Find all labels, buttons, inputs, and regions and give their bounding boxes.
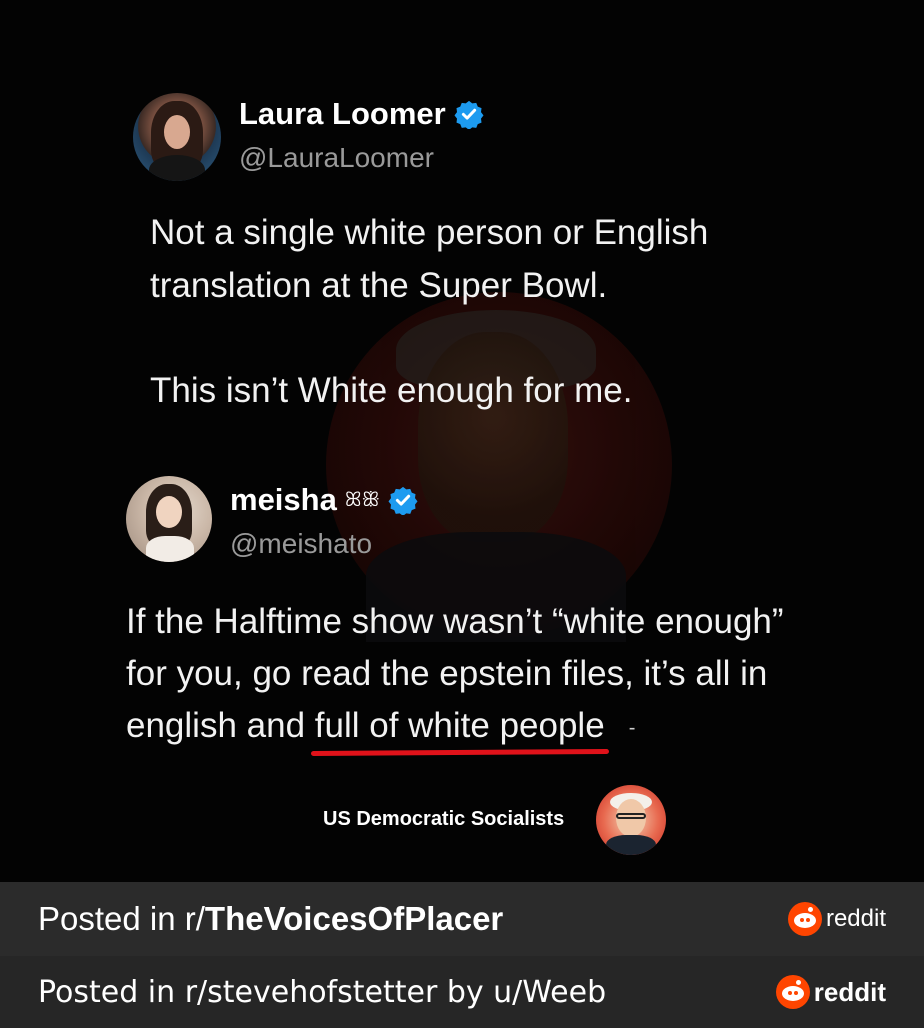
tweet1-text: Not a single white person or English tra… <box>150 206 708 312</box>
tweet2-line3-start: english and <box>126 706 315 745</box>
attribution-label: US Democratic Socialists <box>323 808 565 830</box>
tweet2-line: If the Halftime show wasn’t “white enoug… <box>126 602 784 641</box>
red-underline <box>310 748 609 757</box>
reddit-wordmark: reddit <box>813 976 886 1007</box>
posted-in-bar-2: Posted in r/stevehofstetter by u/Weeb re… <box>0 956 924 1028</box>
reddit-icon <box>775 975 810 1009</box>
posted-in-bar-1: Posted in r/TheVoicesOfPlacer reddit <box>0 882 924 956</box>
underlined-text: full of white people <box>314 706 605 745</box>
tweet1-handle: @LauraLoomer <box>239 142 434 173</box>
posted-in-text[interactable]: Posted in r/stevehofstetter by u/Weeb <box>38 975 606 1010</box>
sanders-watermark <box>326 292 672 642</box>
underlined-phrase: full of white people <box>310 700 609 757</box>
tweet2-author-name: meisha ꕤꕥ <box>230 482 418 518</box>
subreddit-link[interactable]: TheVoicesOfPlacer <box>205 900 503 937</box>
tweet1-line: translation at the Super Bowl. <box>150 266 608 305</box>
verified-badge-icon <box>388 486 418 515</box>
reddit-brand: reddit <box>787 902 886 936</box>
reddit-brand: reddit <box>775 975 886 1009</box>
posted-prefix: Posted in r/ <box>38 900 205 937</box>
reddit-wordmark: reddit <box>825 905 886 932</box>
author-name-text: meisha <box>230 482 337 517</box>
tweet2-line: for you, go read the epstein files, it’s… <box>126 654 768 693</box>
tweet2-line: english and full of white people - <box>126 700 784 757</box>
avatar <box>126 476 212 562</box>
trailing-mark: - <box>628 716 636 739</box>
reddit-icon <box>787 902 822 936</box>
posted-in-text[interactable]: Posted in r/TheVoicesOfPlacer <box>38 900 503 938</box>
verified-badge-icon <box>454 100 484 129</box>
tweet2-handle: @meishato <box>230 528 373 559</box>
dsa-logo <box>596 785 666 855</box>
meme-image: Laura Loomer @LauraLoomer Not a single w… <box>0 0 924 882</box>
avatar <box>133 93 221 181</box>
tweet1-line: Not a single white person or English <box>150 213 709 252</box>
author-name-text: Laura Loomer <box>239 96 446 131</box>
tweet1-text-line3: This isn’t White enough for me. <box>150 371 633 410</box>
tweet2-text: If the Halftime show wasn’t “white enoug… <box>126 596 784 757</box>
tweet1-author-name: Laura Loomer <box>239 96 484 132</box>
name-emoji: ꕤꕥ <box>344 488 381 511</box>
